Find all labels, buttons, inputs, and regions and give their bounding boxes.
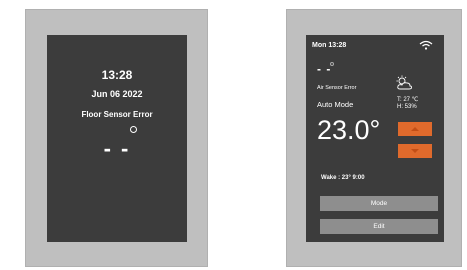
mode-label: Auto Mode [317, 100, 354, 109]
left-thermostat-frame: 13:28 Jun 06 2022 Floor Sensor Error - - [25, 9, 208, 267]
humidity-reading: H: 53% [397, 104, 417, 110]
wake-schedule: Wake : 23° 9:00 [321, 175, 365, 181]
left-thermostat-screen: 13:28 Jun 06 2022 Floor Sensor Error - - [47, 35, 187, 242]
degree-icon [130, 126, 137, 133]
increase-temperature-button[interactable] [398, 122, 432, 136]
floor-sensor-error: Floor Sensor Error [81, 110, 153, 119]
right-thermostat-screen: Mon 13:28 - - Air Sensor Error Auto Mode… [306, 35, 444, 242]
edit-button[interactable]: Edit [320, 219, 438, 234]
air-sensor-error: Air Sensor Error [317, 85, 357, 91]
clock-time: 13:28 [101, 68, 133, 82]
degree-icon [330, 62, 334, 66]
partly-cloudy-icon [396, 75, 413, 90]
decrease-temperature-button[interactable] [398, 144, 432, 158]
up-arrow-icon [411, 127, 419, 131]
temperature-placeholder: - - [103, 136, 131, 161]
right-thermostat-frame: Mon 13:28 - - Air Sensor Error Auto Mode… [286, 9, 462, 267]
date-label: Jun 06 2022 [91, 89, 143, 99]
down-arrow-icon [411, 149, 419, 153]
wifi-icon [419, 40, 433, 50]
setpoint-temperature: 23.0° [317, 115, 381, 145]
outdoor-temperature: T: 27 ℃ [397, 97, 419, 103]
day-time-label: Mon 13:28 [312, 42, 347, 49]
mode-button[interactable]: Mode [320, 196, 438, 211]
